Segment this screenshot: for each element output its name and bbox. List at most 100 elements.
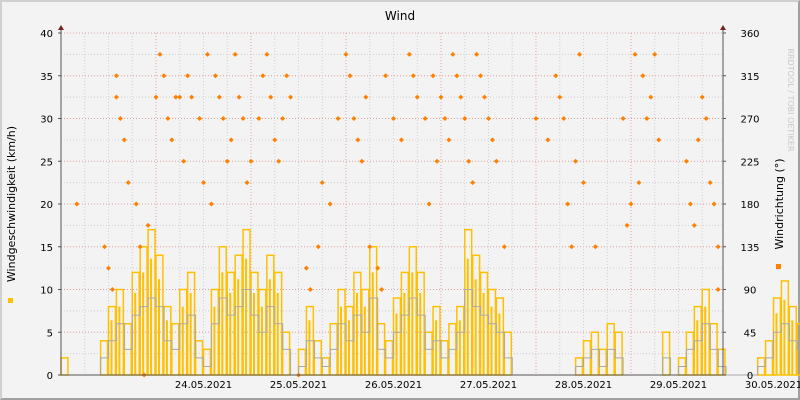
y2-tick-label: 315 [740,72,759,83]
direction-point [632,51,638,57]
direction-point [493,158,499,164]
direction-point [466,158,472,164]
direction-point [177,94,183,100]
direction-point [565,201,571,207]
direction-point [157,51,163,57]
x-tick-label: 28.05.2021 [555,380,612,391]
direction-point [478,73,484,79]
direction-point [185,73,191,79]
gust-spike [348,320,350,375]
direction-point [430,73,436,79]
gust-spike [118,306,121,375]
gust-spike [134,292,137,375]
gust-spike [458,320,461,375]
direction-point [212,73,218,79]
direction-point [117,116,123,121]
direction-point [715,244,721,250]
direction-point [434,158,440,164]
gust-spike [482,292,485,375]
direction-point [458,94,464,100]
direction-point [244,180,250,186]
gust-spike [775,313,778,375]
direction-point [359,158,365,164]
direction-point [102,244,108,250]
y2-tick-label: 225 [740,157,759,168]
direction-point [624,222,630,228]
direction-point [161,73,167,79]
direction-point [268,94,274,100]
direction-point [284,73,290,79]
direction-point [232,51,238,57]
gust-spike [363,306,366,375]
y-tick-label: 35 [40,72,53,83]
gust-spike [474,279,477,375]
gust-spike [308,320,311,375]
gust-spike [395,313,398,375]
direction-point [204,51,210,57]
direction-point [165,116,171,121]
direction-point [691,222,697,228]
gust-spike [704,306,707,375]
direction-point [272,137,278,143]
direction-point [133,201,139,207]
gust-spike [355,292,358,375]
gust-spike [229,292,232,375]
gust-spike [213,306,216,375]
gust-bar [424,331,433,376]
direction-point [216,94,222,100]
direction-point [470,180,476,186]
direction-point [220,116,226,121]
direction-point [687,201,693,207]
direction-point [592,244,598,250]
direction-point [367,244,373,250]
x-tick-label: 27.05.2021 [460,380,517,391]
gust-spike [371,272,374,375]
direction-point [438,94,444,100]
direction-point [260,73,266,79]
direction-point [577,51,583,57]
direction-point [224,158,230,164]
direction-point [652,51,658,57]
direction-point [695,137,701,143]
gust-spike [158,279,160,375]
y2-tick-label: 90 [744,286,757,297]
direction-point [276,158,282,164]
gust-spike [110,320,113,375]
x-tick-label: 30.05.2021 [745,380,800,391]
direction-point [391,116,396,121]
gust-bar [661,331,671,376]
direction-point [426,201,432,207]
direction-point [351,116,357,121]
direction-point [656,137,662,143]
direction-point [553,73,559,79]
y-tick-label: 5 [47,328,53,339]
direction-point [703,116,709,121]
y2-tick-label: 135 [740,243,759,254]
gust-spike [142,272,145,375]
direction-point [707,180,713,186]
direction-point [347,73,353,79]
y-tick-label: 25 [40,157,53,168]
gust-spike [260,306,263,375]
direction-point [486,116,491,121]
direction-point [264,51,270,57]
direction-point [307,287,313,292]
direction-point [462,116,468,121]
watermark: RRDTOOL / TOBI OETIKER [786,48,795,151]
direction-point [482,94,488,100]
direction-point [636,180,642,186]
direction-point [414,94,420,100]
gust-bar [202,348,212,376]
gust-spike [276,292,279,375]
direction-point [335,116,341,121]
direction-point [545,137,551,143]
gust-bar [685,331,695,376]
direction-point [169,137,175,143]
gust-spike [150,258,153,375]
gust-spike [165,320,168,375]
gust-spike [696,320,699,375]
gust-spike [340,306,343,375]
direction-point [557,94,563,100]
direction-point [489,137,495,143]
gust-spike [181,306,184,375]
